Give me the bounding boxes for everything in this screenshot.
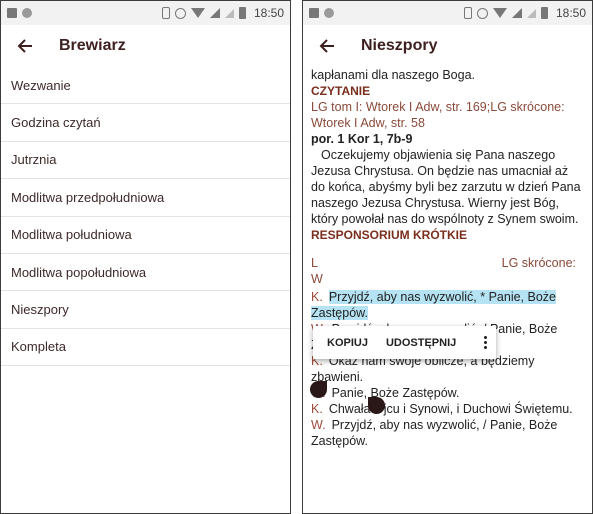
page-title: Brewiarz — [59, 37, 126, 54]
book-reference-2: L LG skrócone: W — [311, 255, 584, 289]
image-notification-icon — [7, 8, 17, 18]
signal-icon — [511, 8, 522, 18]
menu-item-modlitwa-przedpoludniowa[interactable]: Modlitwa przedpołudniowa — [1, 179, 290, 217]
section-heading-czytanie: CZYTANIE — [311, 84, 371, 98]
selected-text[interactable]: Przyjdź, aby nas wyzwolić, * Panie, Boże… — [311, 290, 556, 320]
image-notification-icon — [309, 8, 319, 18]
battery-icon — [540, 7, 548, 19]
signal-icon — [209, 8, 220, 18]
signal-2-icon — [526, 8, 536, 18]
selection-start-handle[interactable] — [310, 381, 327, 398]
left-phone-screen: 18:50 Brewiarz Wezwanie Godzina czytań J… — [0, 0, 291, 514]
menu-item-kompleta[interactable]: Kompleta — [1, 329, 290, 367]
text-line: kapłanami dla naszego Boga. — [311, 68, 476, 82]
back-arrow-icon[interactable] — [13, 34, 37, 58]
hours-menu: Wezwanie Godzina czytań Jutrznia Modlitw… — [1, 67, 290, 367]
responsory-line[interactable]: W.Panie, Boże Zastępów. — [311, 385, 584, 401]
status-time: 18:50 — [253, 6, 284, 20]
page-title: Nieszpory — [361, 37, 438, 54]
right-phone-screen: 18:50 Nieszpory kapłanami dla naszego Bo… — [302, 0, 593, 514]
more-options-icon[interactable] — [474, 336, 496, 349]
status-time: 18:50 — [555, 6, 586, 20]
menu-item-jutrznia[interactable]: Jutrznia — [1, 142, 290, 180]
ref2-right: LG skrócone: — [501, 256, 576, 270]
app-bar: Nieszpory — [303, 25, 592, 67]
section-heading-responsorium: RESPONSORIUM KRÓTKIE — [311, 228, 468, 242]
back-arrow-icon[interactable] — [315, 34, 339, 58]
status-bar: 18:50 — [1, 1, 290, 25]
responsory-text: Przyjdź, aby nas wyzwolić, / Panie, Boże… — [311, 418, 558, 448]
responsory-mark: K. — [311, 402, 323, 416]
app-bar: Brewiarz — [1, 25, 290, 67]
menu-item-modlitwa-poludniowa[interactable]: Modlitwa południowa — [1, 217, 290, 254]
selection-end-handle[interactable] — [368, 397, 385, 414]
alarm-icon — [174, 7, 186, 19]
menu-item-modlitwa-popoludniowa[interactable]: Modlitwa popołudniowa — [1, 254, 290, 292]
alarm-icon — [476, 7, 488, 19]
app-notification-icon — [22, 8, 32, 18]
responsory-mark: W. — [311, 418, 326, 432]
vibrate-icon — [161, 7, 170, 19]
responsory-mark: K. — [311, 290, 323, 304]
signal-2-icon — [224, 8, 234, 18]
wifi-icon — [190, 8, 205, 18]
copy-button[interactable]: KOPIUJ — [327, 337, 368, 349]
reading-text[interactable]: Oczekujemy objawienia się Pana naszego J… — [311, 147, 584, 227]
battery-icon — [238, 7, 246, 19]
responsory-text: Panie, Boże Zastępów. — [331, 386, 460, 400]
status-bar: 18:50 — [303, 1, 592, 25]
app-notification-icon — [324, 8, 334, 18]
ref2-line2: W — [311, 272, 323, 286]
responsory-line[interactable]: K. Chwała Ojcu i Synowi, i Duchowi Święte… — [311, 401, 584, 417]
menu-item-godzina-czytan[interactable]: Godzina czytań — [1, 104, 290, 142]
text-selection-menu: KOPIUJ UDOSTĘPNIJ — [313, 326, 496, 359]
reading-reference: por. 1 Kor 1, 7b-9 — [311, 132, 413, 146]
book-reference: LG tom I: Wtorek I Adw, str. 169;LG skró… — [311, 100, 565, 130]
responsory-text: Chwała Ojcu i Synowi, i Duchowi Świętemu… — [328, 402, 573, 416]
menu-item-wezwanie[interactable]: Wezwanie — [1, 67, 290, 105]
vibrate-icon — [463, 7, 472, 19]
ref2-left: L — [311, 256, 318, 270]
wifi-icon — [492, 8, 507, 18]
menu-item-nieszpory[interactable]: Nieszpory — [1, 291, 290, 329]
responsory-line[interactable]: W.Przyjdź, aby nas wyzwolić, / Panie, Bo… — [311, 417, 584, 449]
share-button[interactable]: UDOSTĘPNIJ — [386, 337, 456, 349]
office-text: kapłanami dla naszego Boga. CZYTANIE LG … — [303, 67, 592, 449]
responsory-line[interactable]: K. Przyjdź, aby nas wyzwolić, * Panie, Bo… — [311, 289, 584, 321]
